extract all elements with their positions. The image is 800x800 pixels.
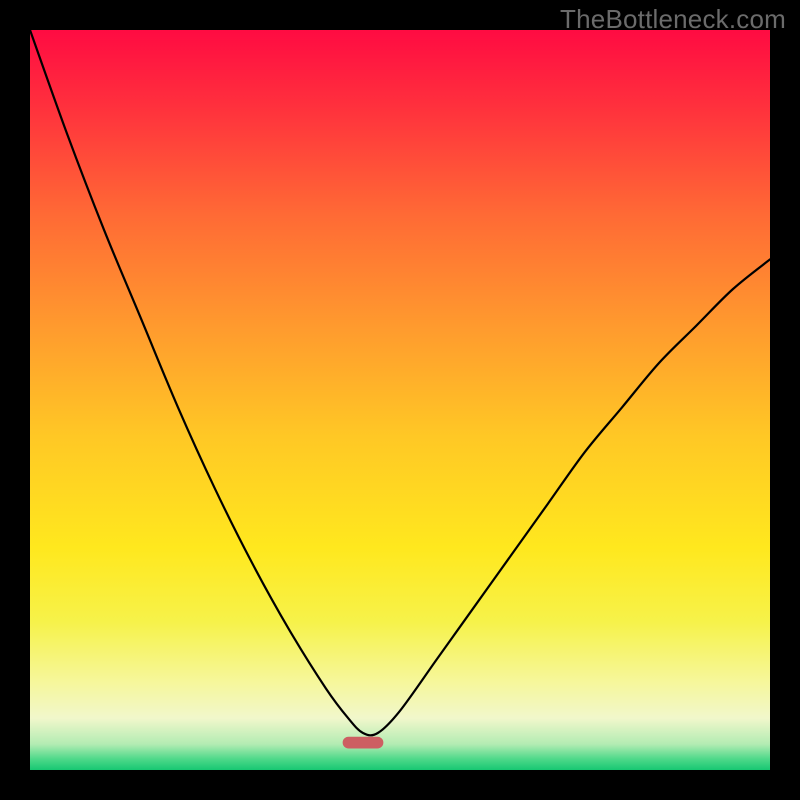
chart-background <box>30 30 770 770</box>
chart-plot-area <box>30 30 770 770</box>
bottleneck-marker <box>343 737 384 749</box>
chart-frame: TheBottleneck.com <box>0 0 800 800</box>
chart-svg <box>30 30 770 770</box>
